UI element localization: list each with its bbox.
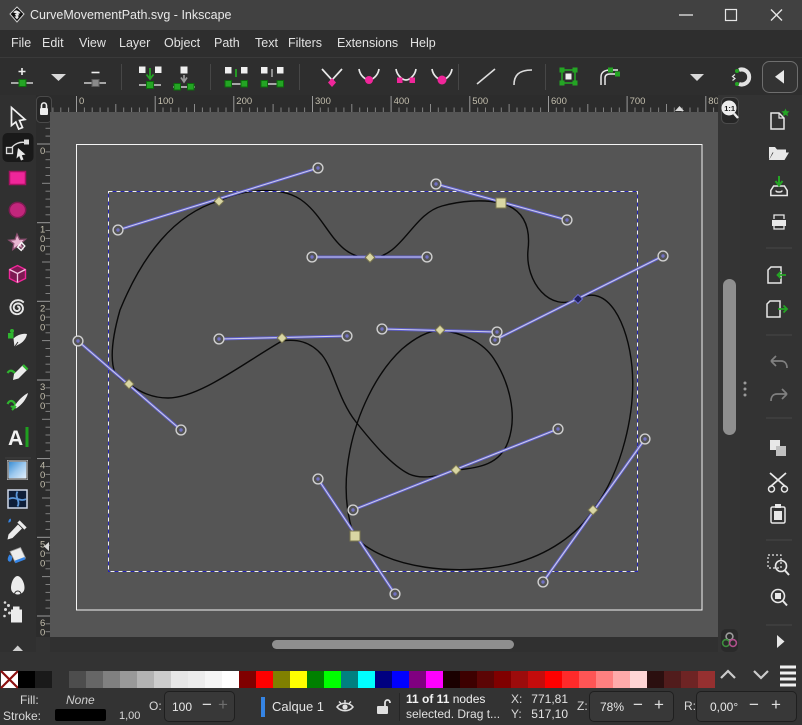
svg-text:0: 0	[40, 558, 45, 569]
svg-text:0: 0	[79, 96, 84, 107]
svg-text:0: 0	[40, 146, 45, 157]
svg-text:500: 500	[472, 96, 488, 107]
svg-text:600: 600	[551, 96, 567, 107]
svg-text:1:1: 1:1	[724, 104, 735, 113]
svg-text:800: 800	[708, 96, 718, 107]
svg-text:A: A	[8, 427, 23, 450]
svg-text:400: 400	[394, 96, 410, 107]
svg-text:100: 100	[158, 96, 174, 107]
svg-text:0: 0	[40, 401, 45, 412]
svg-text:0: 0	[40, 628, 45, 638]
svg-text:200: 200	[236, 96, 252, 107]
svg-text:300: 300	[315, 96, 331, 107]
svg-text:0: 0	[40, 244, 45, 255]
svg-text:0: 0	[40, 322, 45, 333]
svg-text:0: 0	[40, 480, 45, 491]
svg-text:700: 700	[630, 96, 646, 107]
